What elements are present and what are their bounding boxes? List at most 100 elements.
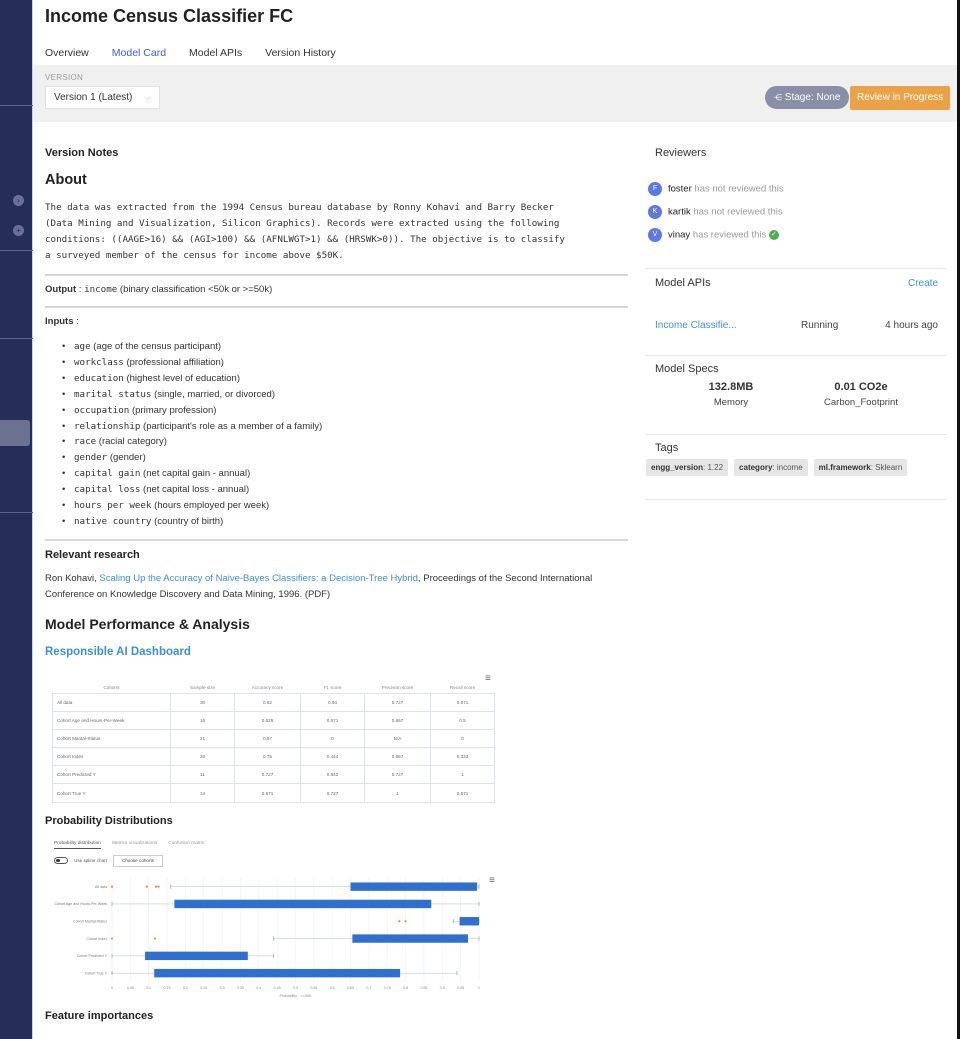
table-row: Cohort Predicted Y 11 0.727 0.842 0.727 1 (52, 765, 495, 785)
feature-desc: (net capital loss - annual) (143, 484, 250, 496)
about-line: (Data Mining and Visualization, Silicon … (45, 218, 560, 229)
table-row: Cohort Age and Hours-Per-Week 16 0.625 0.57… (52, 710, 495, 730)
feature-desc: (hours employed per week) (154, 500, 270, 512)
sidebar-active-item[interactable] (0, 420, 30, 446)
metric-cell: 11 (170, 765, 235, 785)
metric-cell: N/A (364, 728, 431, 749)
x-tick-label: 0.05 (127, 986, 134, 990)
tab-metrics-visualizations[interactable]: Metrics visualizations (112, 841, 157, 849)
feature-code: capital gain (74, 468, 141, 480)
feature-code: marital status (74, 388, 152, 400)
column-header[interactable]: Sample size (171, 683, 235, 693)
table-row: Cohort Index 20 0.75 0.444 0.667 0.333 (52, 747, 495, 767)
metric-cell: 1 (430, 765, 495, 785)
sidebar-divider (0, 250, 33, 251)
input-feature-item: marital status (single, married, or divo… (45, 387, 322, 403)
spec-value: 0.01 CO2e (834, 381, 888, 393)
hamburger-menu-icon[interactable]: ≡ (485, 673, 491, 684)
column-header[interactable]: Recall score (431, 683, 495, 693)
metric-cell: 14 (170, 783, 235, 803)
cohort-name-cell: Cohort Predicted Y (52, 765, 171, 785)
cohort-axis-label: Cohort Age and Hours-Per-Week (54, 902, 107, 906)
plus-circle-icon[interactable]: + (13, 225, 24, 236)
version-label: VERSION (45, 73, 84, 82)
cohort-axis-label: Cohort Index (86, 937, 107, 941)
tag-chip[interactable]: category: income (734, 459, 808, 476)
x-tick-label: 1 (478, 986, 480, 990)
box-iqr (350, 882, 478, 891)
probability-boxplot-chart: 0 0.05 0.1 0.15 0.2 0.25 0.3 0.35 0.4 0.45 0.5 0.55… (54, 878, 480, 998)
reviewers-heading: Reviewers (655, 147, 707, 159)
cohort-metrics-table: Cohorts Sample size Accuracy score F1 score… (52, 683, 495, 803)
research-paper-link[interactable]: Scaling Up the Accuracy of Naive-Bayes C… (99, 573, 418, 584)
tag-chip[interactable]: engg_version: 1.22 (646, 459, 729, 476)
spline-chart-toggle[interactable] (54, 857, 68, 864)
stage-badge[interactable]: ⋲ Stage: None (765, 86, 850, 109)
metric-cell: 0.5 (430, 710, 495, 730)
create-api-link[interactable]: Create (908, 278, 938, 289)
x-tick-label: 0.6 (330, 986, 335, 990)
reviewer-row: Vvinay has reviewed this ✓ (648, 228, 779, 242)
metric-cell: 0.727 (364, 692, 431, 712)
metric-cell: 0.75 (234, 747, 301, 767)
probability-distributions-heading: Probability Distributions (45, 815, 173, 827)
column-header[interactable]: Cohorts (53, 683, 171, 693)
input-feature-item: native country (country of birth) (45, 514, 322, 530)
relevant-research-heading: Relevant research (45, 549, 140, 561)
column-header[interactable]: F1 score (301, 683, 365, 693)
hamburger-menu-icon[interactable]: ≡ (489, 875, 495, 886)
review-status: has not reviewed this (693, 206, 783, 218)
metric-cell: 0.571 (234, 783, 301, 803)
review-in-progress-button[interactable]: Review in Progress (850, 86, 951, 110)
column-header[interactable]: Accuracy score (235, 683, 301, 693)
feature-code: relationship (74, 420, 141, 432)
tag-chip[interactable]: ml.framework: Sklearn (813, 459, 908, 476)
outlier-point (157, 885, 160, 888)
choose-cohorts-button[interactable]: Choose cohorts (113, 855, 163, 867)
x-tick-label: 0.55 (310, 986, 317, 990)
research-venue-cont: Conference on Knowledge Discovery and Da… (45, 589, 331, 600)
feature-desc: (primary profession) (131, 404, 217, 416)
avatar: K (648, 205, 662, 219)
tab-confusion-matrix[interactable]: Confusion matrix (168, 841, 204, 849)
spec-label: Memory (713, 397, 749, 408)
about-line: conditions: ((AAGE>16) && (AGI>100) && (… (45, 234, 565, 245)
output-code: income (84, 284, 118, 295)
tag-value: Sklearn (875, 463, 903, 472)
cohort-name-cell: Cohort Index (52, 747, 171, 767)
inputs-label-line: Inputs : (45, 316, 79, 327)
x-tick-label: 0.25 (200, 986, 207, 990)
cohort-name-cell: Cohort Age and Hours-Per-Week (52, 710, 171, 730)
review-status: has not reviewed this (694, 183, 784, 195)
outlier-point (404, 920, 407, 923)
input-feature-item: education (highest level of education) (45, 371, 322, 387)
chevron-right-circle-icon[interactable]: › (13, 195, 24, 206)
tab-version-history[interactable]: Version History (265, 47, 336, 67)
spec-carbon: 0.01 CO2e Carbon_Footprint (801, 381, 921, 408)
tab-model-apis[interactable]: Model APIs (189, 47, 242, 67)
x-tick-label: 0.1 (146, 986, 151, 990)
feature-desc: (country of birth) (154, 515, 224, 527)
metric-cell: 0.667 (364, 710, 431, 730)
feature-code: workclass (74, 356, 124, 368)
tag-value: income (776, 463, 803, 472)
version-select[interactable]: Version 1 (Latest) ⌵ (45, 86, 160, 109)
about-line: The data was extracted from the 1994 Cen… (45, 202, 554, 213)
reviewer-row: Ffoster has not reviewed this (648, 182, 784, 196)
divider (646, 434, 947, 435)
column-header[interactable]: Precision score (365, 683, 431, 693)
x-tick-label: 0.15 (164, 986, 171, 990)
tag-key: engg_version (651, 463, 704, 472)
input-feature-item: capital loss (net capital loss - annual) (45, 482, 322, 498)
research-venue: , Proceedings of the Second Internationa… (417, 573, 593, 584)
feature-desc: (professional affiliation) (126, 356, 224, 368)
tab-overview[interactable]: Overview (45, 47, 89, 67)
api-name-link[interactable]: Income Classifie... (655, 320, 737, 331)
tab-probability-distribution[interactable]: Probability distribution (54, 841, 101, 849)
tab-model-card[interactable]: Model Card (111, 47, 167, 67)
tab-bar: Overview Model Card Model APIs Version H… (45, 47, 336, 67)
table-row: Cohort Marital-Status 21 0.87 0 N/A 0 (52, 728, 495, 749)
feature-desc: (highest level of education) (126, 372, 240, 384)
responsible-ai-dashboard-link[interactable]: Responsible AI Dashboard (45, 646, 191, 658)
input-feature-item: relationship (participant's role as a me… (45, 419, 322, 435)
